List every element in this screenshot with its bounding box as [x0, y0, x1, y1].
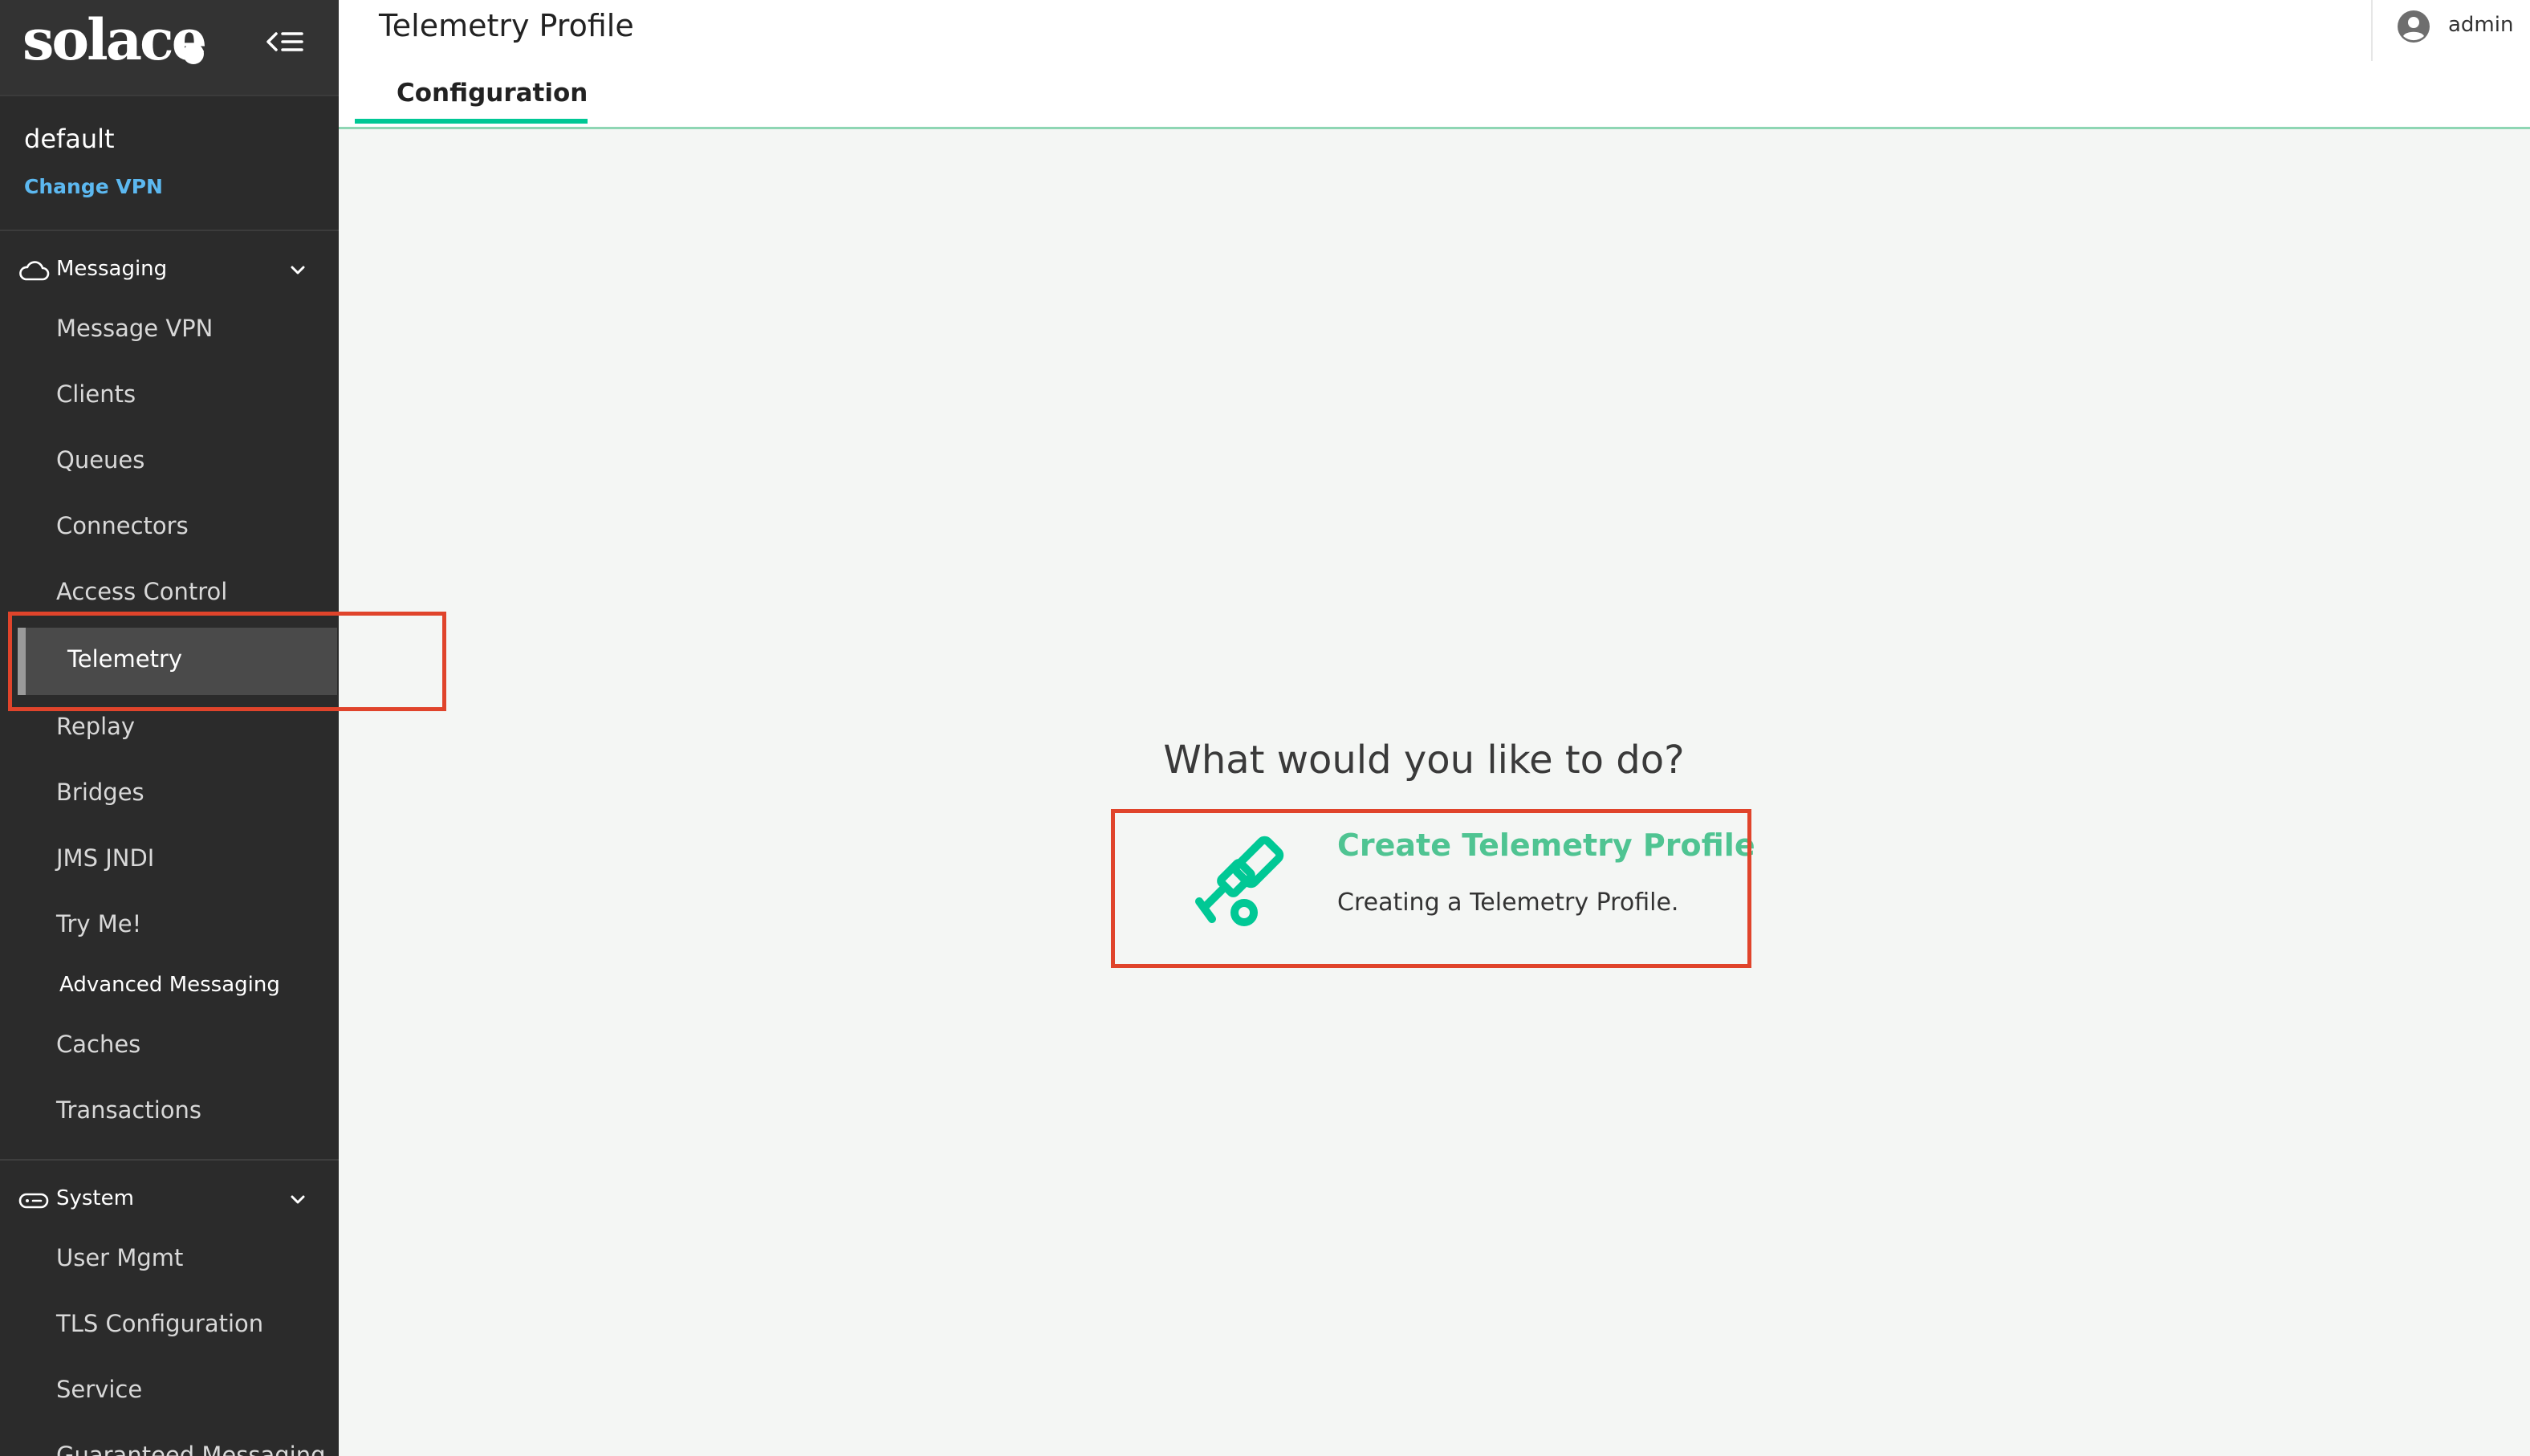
user-menu[interactable]: admin: [2371, 0, 2530, 61]
chevron-down-icon: [291, 1195, 305, 1204]
sidebar-item-transactions[interactable]: Transactions: [56, 1096, 201, 1124]
sidebar-item-telemetry[interactable]: Telemetry: [18, 628, 337, 695]
change-vpn-link[interactable]: Change VPN: [24, 175, 163, 198]
tab-configuration[interactable]: Configuration: [355, 69, 588, 124]
sidebar-item-message-vpn[interactable]: Message VPN: [56, 315, 213, 342]
sidebar-item-replay[interactable]: Replay: [56, 713, 135, 740]
sidebar-item-guaranteed-messaging[interactable]: Guaranteed Messaging: [56, 1442, 325, 1456]
logo-dot: [183, 43, 204, 64]
section-system[interactable]: System: [0, 1172, 339, 1228]
sidebar-item-telemetry-label: Telemetry: [67, 645, 183, 673]
advanced-messaging-header: Advanced Messaging: [59, 973, 280, 997]
section-messaging-label: Messaging: [56, 257, 168, 281]
sidebar-item-service[interactable]: Service: [56, 1376, 142, 1403]
main-content: What would you like to do? Create Teleme…: [339, 129, 2530, 1456]
action-prompt: What would you like to do?: [1163, 738, 1685, 783]
sidebar: solace default Change VPN Messaging Mess…: [0, 0, 339, 1456]
sidebar-item-jms-jndi[interactable]: JMS JNDI: [56, 844, 154, 872]
page-header: Telemetry Profile Configuration admin: [339, 0, 2530, 129]
sidebar-item-clients[interactable]: Clients: [56, 380, 136, 408]
sidebar-item-caches[interactable]: Caches: [56, 1031, 140, 1058]
user-name: admin: [2448, 13, 2514, 37]
logo-bar: solace: [0, 0, 339, 96]
collapse-sidebar-button[interactable]: [265, 24, 307, 59]
create-telemetry-profile-description: Creating a Telemetry Profile.: [1337, 889, 1679, 917]
sidebar-item-user-mgmt[interactable]: User Mgmt: [56, 1244, 183, 1271]
vpn-selector: default Change VPN: [0, 96, 339, 231]
sidebar-item-tls-configuration[interactable]: TLS Configuration: [56, 1310, 263, 1337]
cloud-icon: [19, 261, 50, 281]
user-avatar-icon: [2398, 10, 2430, 43]
collapse-menu-icon: [266, 32, 303, 51]
sidebar-item-bridges[interactable]: Bridges: [56, 779, 144, 806]
sidebar-item-queues[interactable]: Queues: [56, 446, 144, 474]
page-title: Telemetry Profile: [379, 8, 634, 43]
vpn-name: default: [24, 124, 115, 154]
chevron-down-icon: [291, 266, 305, 275]
sidebar-divider: [0, 1159, 339, 1161]
section-messaging[interactable]: Messaging: [0, 242, 339, 299]
server-icon: [18, 1193, 49, 1209]
sidebar-item-connectors[interactable]: Connectors: [56, 512, 189, 539]
sidebar-item-try-me[interactable]: Try Me!: [56, 910, 141, 937]
solace-logo: solace: [22, 6, 207, 73]
app-root: solace default Change VPN Messaging Mess…: [0, 0, 2530, 1456]
telescope-icon: [1195, 836, 1284, 926]
tab-configuration-label: Configuration: [397, 79, 588, 108]
create-telemetry-profile-title: Create Telemetry Profile: [1337, 828, 1755, 863]
sidebar-item-access-control[interactable]: Access Control: [56, 578, 227, 605]
create-telemetry-profile-card[interactable]: Create Telemetry Profile Creating a Tele…: [1116, 808, 1755, 961]
section-system-label: System: [56, 1186, 134, 1210]
